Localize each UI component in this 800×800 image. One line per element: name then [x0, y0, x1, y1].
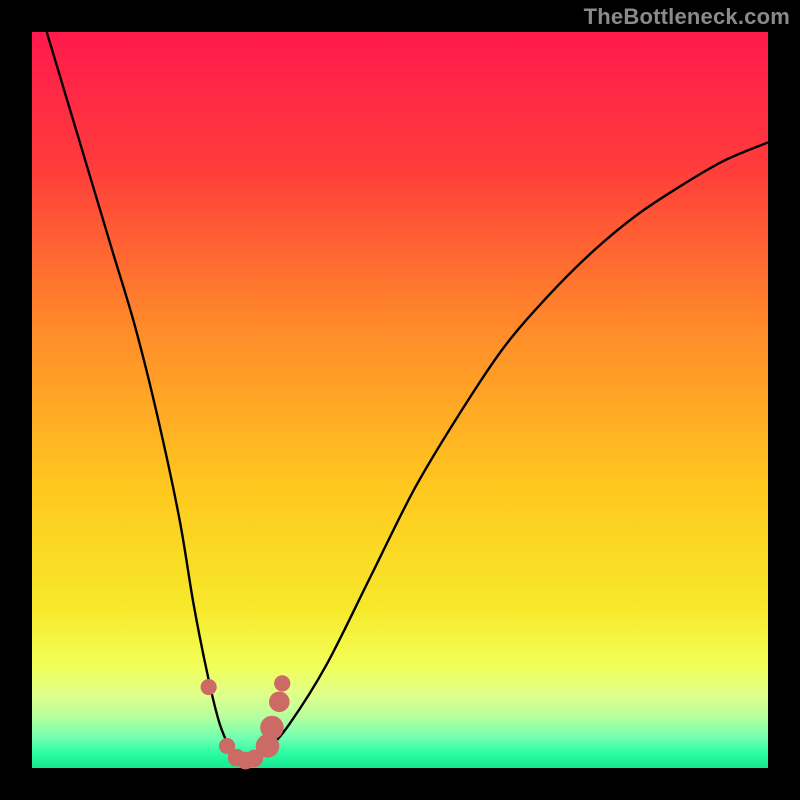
bottleneck-chart [32, 32, 768, 768]
curve-marker [274, 675, 290, 691]
watermark-text: TheBottleneck.com [584, 4, 790, 30]
outer-frame: TheBottleneck.com [0, 0, 800, 800]
curve-marker [260, 716, 284, 740]
curve-marker [201, 679, 217, 695]
plot-area [32, 32, 768, 768]
curve-marker [269, 691, 290, 712]
curve-line [47, 32, 768, 761]
